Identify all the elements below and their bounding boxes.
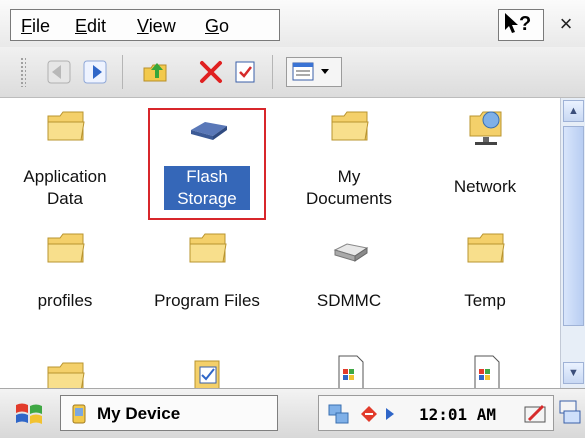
- file-item-program-files[interactable]: Program Files: [142, 228, 272, 318]
- file-label: SDMMC: [316, 291, 382, 310]
- folder-icon: [331, 111, 369, 141]
- file-label: Storage: [164, 188, 250, 210]
- menu-edit[interactable]: Edit: [75, 16, 106, 37]
- file-item-profiles[interactable]: profiles: [0, 228, 130, 318]
- clock-time[interactable]: 12:01 AM: [419, 405, 496, 424]
- back-button[interactable]: [44, 57, 74, 87]
- help-pointer-icon: ?: [505, 13, 531, 35]
- help-button[interactable]: ?: [498, 9, 544, 41]
- file-item-network[interactable]: Network: [420, 106, 550, 221]
- chevron-down-icon: ▼: [568, 367, 579, 379]
- device-icon: [72, 404, 86, 424]
- file-list-view[interactable]: Application Data Flash Storage My Docume…: [0, 98, 560, 388]
- folder-icon: [47, 233, 85, 263]
- properties-button[interactable]: [230, 57, 260, 87]
- file-label: Data: [47, 189, 83, 208]
- taskbar: My Device 12:01 AM: [0, 388, 585, 438]
- file-label: Program Files: [154, 291, 260, 310]
- show-desktop-icon[interactable]: [558, 399, 582, 427]
- menu-bar: File Edit View Go ? ×: [0, 0, 585, 47]
- menu-file[interactable]: File: [21, 16, 50, 37]
- view-menu-icon: [292, 62, 329, 81]
- menu-container: File Edit View Go: [10, 9, 280, 41]
- file-item-sdmmc[interactable]: SDMMC: [284, 228, 414, 318]
- toolbar: [0, 47, 585, 98]
- tray-expand-icon[interactable]: [383, 406, 397, 422]
- properties-icon: [235, 61, 255, 83]
- file-item-folder[interactable]: [0, 353, 130, 388]
- network-folder-icon: [469, 111, 502, 145]
- start-button[interactable]: [12, 399, 46, 429]
- file-label: profiles: [37, 291, 93, 310]
- input-panel-icon[interactable]: [523, 402, 549, 426]
- forward-button[interactable]: [80, 57, 110, 87]
- file-item-document[interactable]: [420, 353, 550, 388]
- file-item-flash-storage[interactable]: Flash Storage: [142, 106, 272, 221]
- vertical-scrollbar[interactable]: ▲ ▼: [560, 98, 585, 388]
- document-icon: [474, 355, 500, 388]
- file-item-document[interactable]: [284, 353, 414, 388]
- delete-icon: [200, 61, 222, 83]
- file-label: Flash: [164, 166, 250, 188]
- folder-icon: [47, 362, 85, 388]
- delete-button[interactable]: [196, 57, 226, 87]
- file-label: Application: [23, 167, 107, 186]
- chevron-up-icon: ▲: [568, 105, 579, 117]
- file-label: My: [337, 167, 361, 186]
- flash-storage-icon: [191, 122, 227, 140]
- folder-icon: [467, 233, 505, 263]
- scroll-down-button[interactable]: ▼: [563, 362, 584, 384]
- windows-flag-icon: [16, 403, 42, 424]
- scroll-thumb[interactable]: [563, 126, 584, 326]
- toolbar-separator: [272, 55, 273, 89]
- document-icon: [338, 355, 364, 388]
- view-menu-button[interactable]: [286, 57, 342, 87]
- file-label: Temp: [464, 291, 506, 310]
- network-connection-icon[interactable]: [327, 402, 351, 426]
- menu-view[interactable]: View: [137, 16, 176, 37]
- file-label: Network: [453, 177, 517, 196]
- svg-text:?: ?: [519, 13, 531, 35]
- sd-card-drive-icon: [333, 243, 369, 262]
- toolbar-separator: [122, 55, 123, 89]
- toolbar-grip[interactable]: [20, 57, 26, 87]
- file-item-control-panel[interactable]: [142, 353, 272, 388]
- chevron-down-icon: [321, 69, 329, 74]
- scroll-up-button[interactable]: ▲: [563, 100, 584, 122]
- bluetooth-status-icon[interactable]: [357, 402, 381, 426]
- close-button[interactable]: ×: [551, 9, 581, 41]
- system-tray: 12:01 AM: [318, 395, 554, 431]
- up-folder-icon: [143, 63, 167, 82]
- forward-icon: [83, 60, 107, 84]
- menu-go[interactable]: Go: [205, 16, 229, 37]
- file-item-application-data[interactable]: Application Data: [0, 106, 130, 221]
- control-panel-icon: [194, 360, 220, 388]
- folder-icon: [47, 111, 85, 141]
- back-icon: [47, 60, 71, 84]
- file-item-temp[interactable]: Temp: [420, 228, 550, 318]
- file-item-my-documents[interactable]: My Documents: [284, 106, 414, 221]
- up-folder-button[interactable]: [140, 57, 170, 87]
- folder-icon: [189, 233, 227, 263]
- taskbar-item-my-device[interactable]: My Device: [60, 395, 278, 431]
- taskbar-item-label: My Device: [97, 404, 181, 423]
- file-label: Documents: [306, 189, 392, 208]
